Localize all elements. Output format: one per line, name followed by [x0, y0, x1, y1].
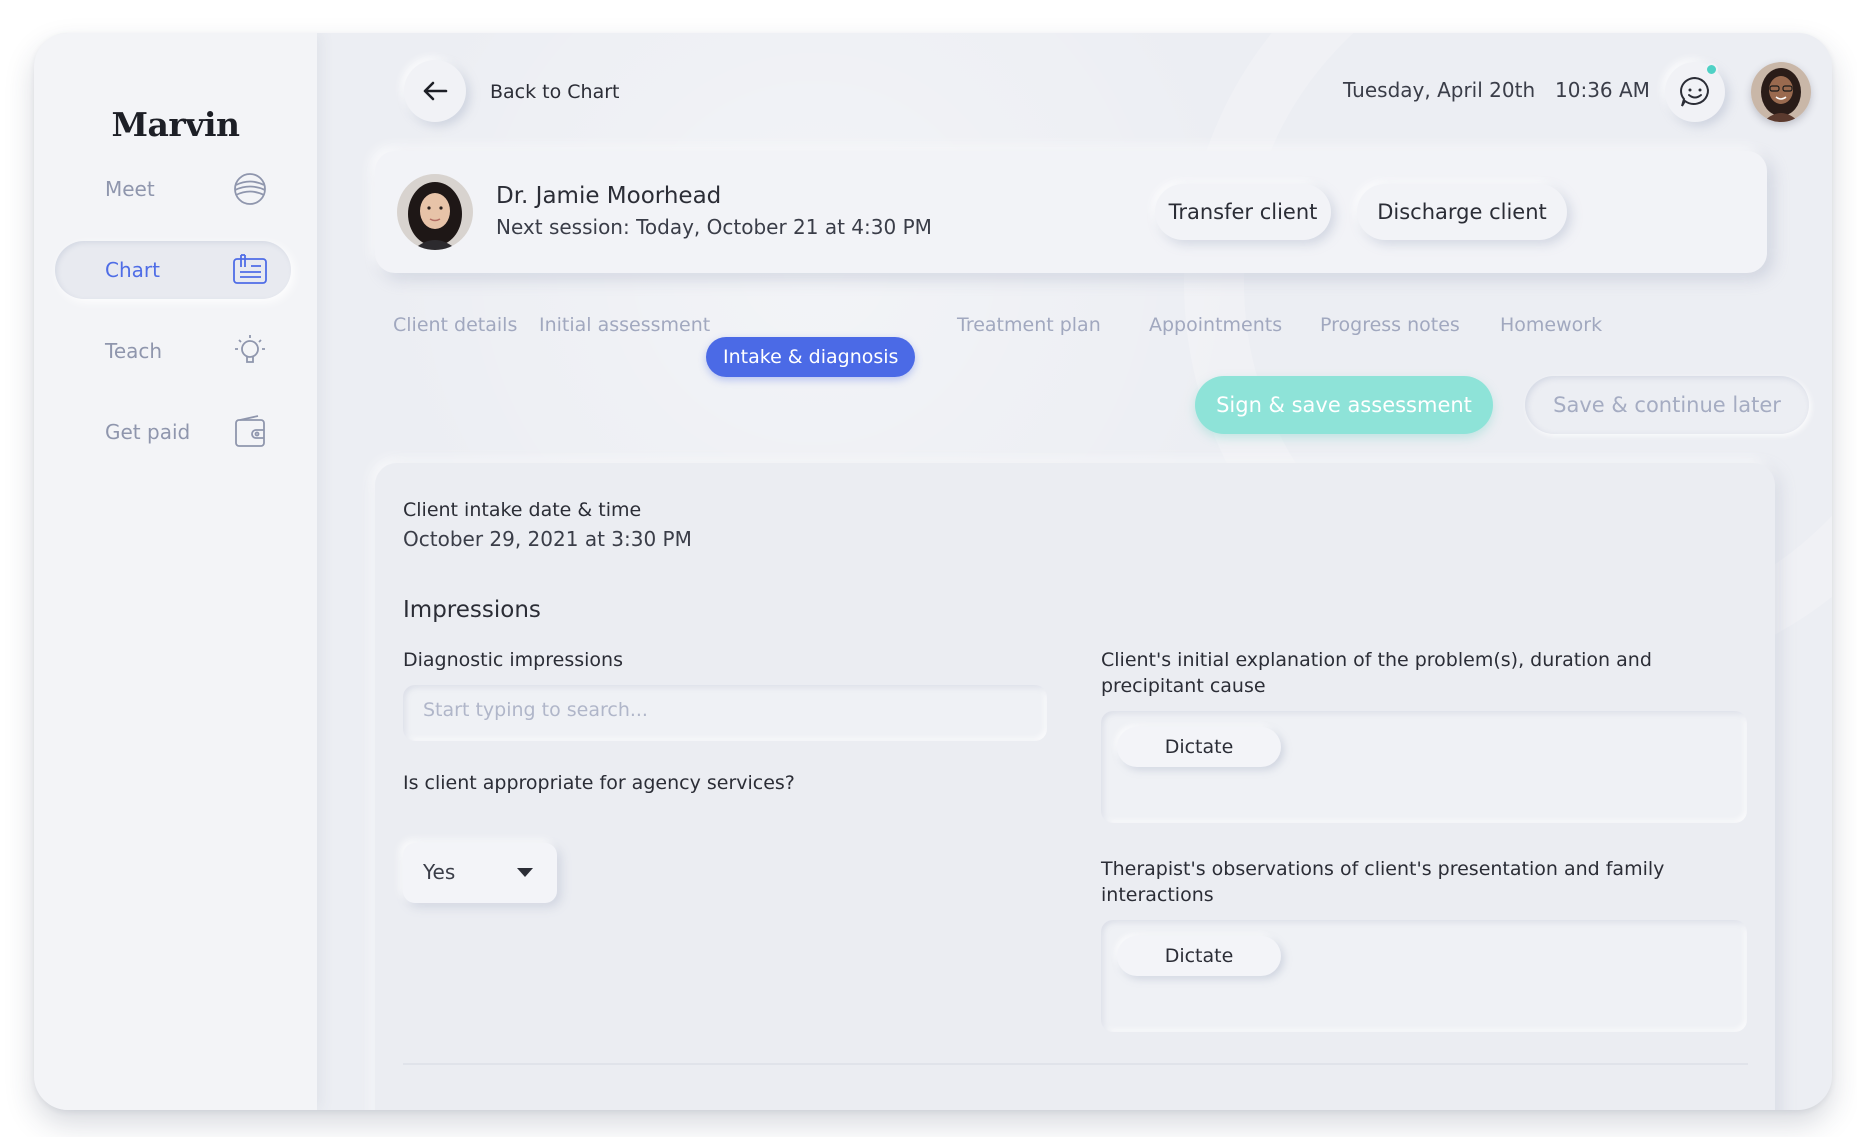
intake-date-label: Client intake date & time — [403, 499, 642, 521]
agency-appropriate-select[interactable]: Yes — [403, 843, 557, 903]
sidebar-item-label: Meet — [105, 177, 155, 201]
back-to-chart-link[interactable]: Back to Chart — [490, 81, 620, 103]
globe-icon — [231, 170, 269, 208]
lightbulb-icon — [231, 332, 269, 370]
divider — [403, 1063, 1748, 1065]
sign-save-assessment-button[interactable]: Sign & save assessment — [1195, 376, 1493, 434]
sidebar-item-label: Teach — [105, 339, 163, 363]
dictate-button[interactable]: Dictate — [1117, 727, 1281, 767]
intake-date-value: October 29, 2021 at 3:30 PM — [403, 527, 692, 551]
wallet-icon — [231, 413, 269, 451]
app-window: Marvin Meet Chart Teach Get paid Back to… — [34, 33, 1832, 1110]
therapist-observations-label: Therapist's observations of client's pre… — [1101, 858, 1665, 906]
sidebar-item-chart[interactable]: Chart — [55, 241, 291, 299]
dictate-button[interactable]: Dictate — [1117, 936, 1281, 976]
current-date: Tuesday, April 20th — [1343, 78, 1536, 102]
tab-treatment-plan[interactable]: Treatment plan — [957, 305, 1101, 345]
client-photo — [397, 174, 473, 250]
select-value: Yes — [423, 860, 456, 884]
sidebar-item-label: Chart — [105, 258, 160, 282]
chat-bubble-icon — [1680, 76, 1709, 107]
clipboard-icon — [231, 251, 269, 289]
notification-dot — [1705, 63, 1718, 76]
sidebar: Marvin Meet Chart Teach Get paid — [34, 33, 317, 1110]
tab-progress-notes[interactable]: Progress notes — [1320, 305, 1460, 345]
sidebar-item-get-paid[interactable]: Get paid — [55, 403, 291, 461]
back-button[interactable] — [404, 60, 466, 122]
sidebar-item-meet[interactable]: Meet — [55, 160, 291, 218]
client-explanation-label: Client's initial explanation of the prob… — [1101, 649, 1652, 697]
transfer-client-button[interactable]: Transfer client — [1155, 184, 1331, 240]
tab-initial-assessment[interactable]: Initial assessment — [539, 305, 710, 345]
intake-form: Client intake date & time October 29, 20… — [375, 463, 1775, 1110]
tab-appointments[interactable]: Appointments — [1149, 305, 1282, 345]
discharge-client-button[interactable]: Discharge client — [1357, 184, 1567, 240]
tab-intake-diagnosis[interactable]: Intake & diagnosis — [706, 337, 916, 377]
next-session: Next session: Today, October 21 at 4:30 … — [496, 215, 932, 239]
tab-client-details[interactable]: Client details — [393, 305, 517, 345]
current-time: 10:36 AM — [1555, 78, 1650, 102]
sidebar-item-teach[interactable]: Teach — [55, 322, 291, 380]
agency-appropriate-label: Is client appropriate for agency service… — [403, 772, 795, 794]
search-placeholder: Start typing to search... — [423, 699, 648, 721]
save-continue-later-button[interactable]: Save & continue later — [1525, 376, 1809, 434]
sidebar-item-label: Get paid — [105, 420, 191, 444]
user-avatar[interactable] — [1751, 62, 1811, 122]
main-content: Back to Chart Tuesday, April 20th 10:36 … — [317, 33, 1832, 1110]
client-card: Dr. Jamie Moorhead Next session: Today, … — [375, 151, 1767, 273]
app-logo: Marvin — [111, 105, 240, 144]
client-explanation-field[interactable]: Dictate — [1101, 711, 1747, 823]
caret-down-icon — [517, 868, 533, 877]
client-name: Dr. Jamie Moorhead — [496, 183, 722, 209]
impressions-heading: Impressions — [403, 597, 541, 623]
therapist-observations-field[interactable]: Dictate — [1101, 920, 1747, 1032]
diagnostic-search-input[interactable]: Start typing to search... — [403, 685, 1047, 741]
arrow-left-icon — [423, 81, 448, 101]
tab-homework[interactable]: Homework — [1500, 305, 1602, 345]
diagnostic-impressions-label: Diagnostic impressions — [403, 649, 623, 671]
